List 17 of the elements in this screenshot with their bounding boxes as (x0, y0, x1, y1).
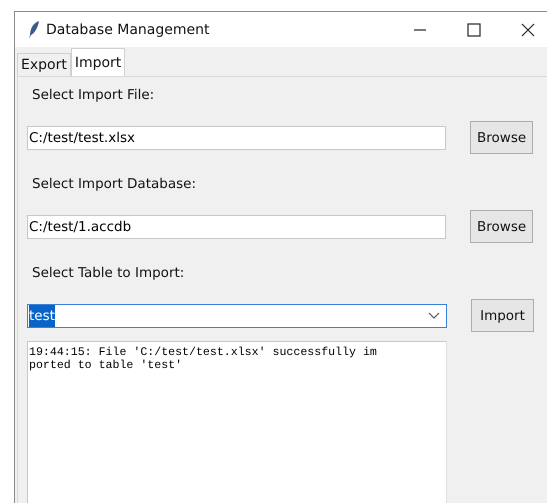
feather-icon (28, 20, 40, 40)
maximize-icon[interactable] (467, 22, 481, 36)
action-button[interactable]: Import (471, 299, 534, 332)
close-icon[interactable] (521, 22, 535, 36)
field-label: Select Import Database: (32, 176, 197, 194)
action-button[interactable]: Browse (470, 121, 533, 154)
window-title: Database Management (46, 22, 210, 38)
tab[interactable]: Import (70, 48, 126, 76)
action-button[interactable]: Browse (470, 210, 533, 243)
input-field[interactable]: C:/test/1.accdb (27, 214, 446, 238)
input-field[interactable]: C:/test/test.xlsx (27, 126, 446, 150)
chevron-icon (428, 312, 440, 320)
field-label: Select Import File: (32, 87, 156, 105)
tab[interactable]: Export (17, 53, 71, 76)
field-label: Select Table to Import: (32, 265, 186, 283)
log-text-area[interactable]: 19:44:15: File 'C:/test/test.xlsx' successfully im ported to table 'test' (27, 341, 447, 503)
table-dropdown[interactable]: test (27, 304, 447, 328)
